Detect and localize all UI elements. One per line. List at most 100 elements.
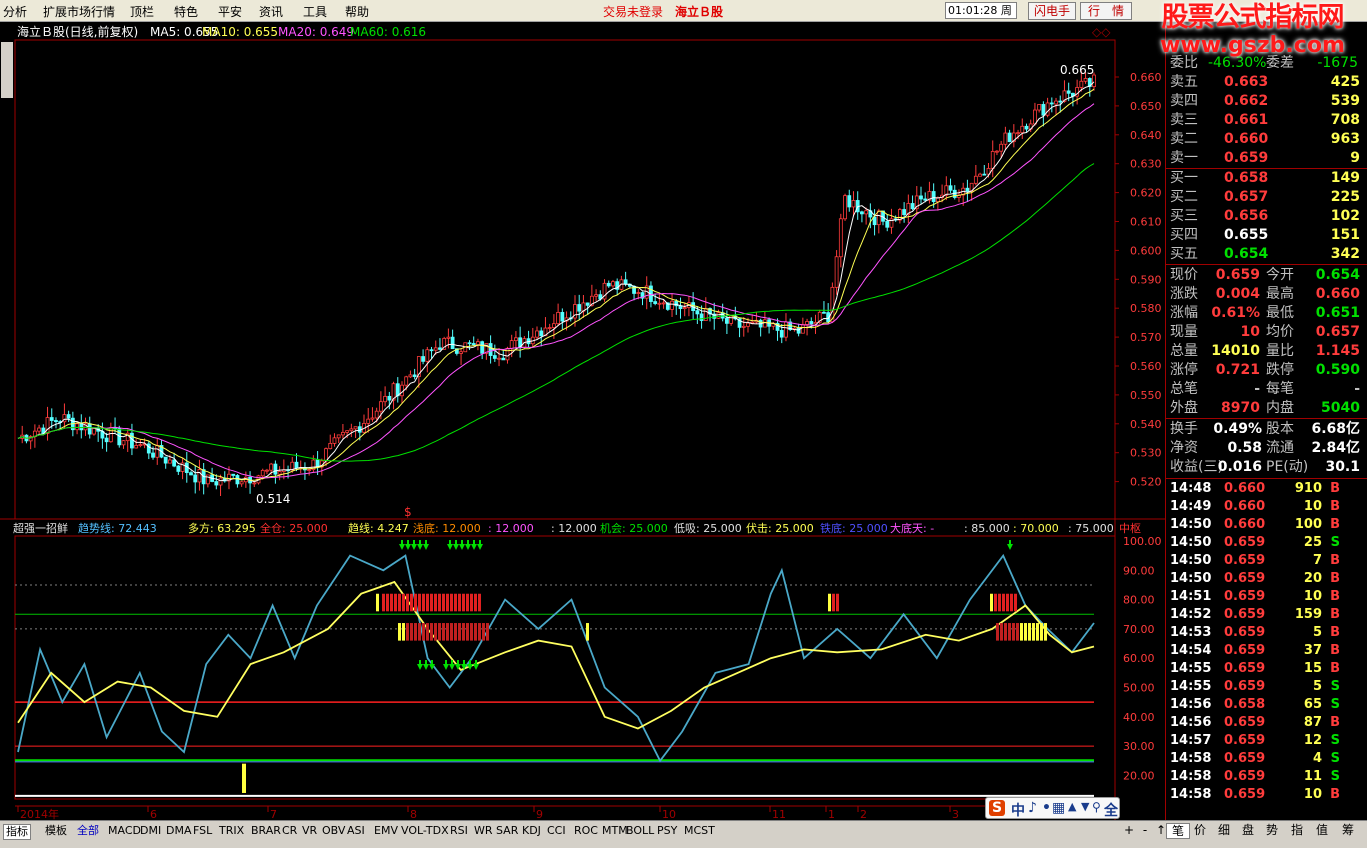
indicator-tab-roc[interactable]: ROC — [574, 824, 598, 838]
chart-control-icon[interactable]: ◇◇ — [1092, 25, 1111, 39]
price-tick-label: 0.530 — [1130, 447, 1162, 460]
indicator-tab-mcst[interactable]: MCST — [684, 824, 715, 838]
chart-title: 海立Ｂ股(日线,前复权) — [17, 24, 138, 39]
buy-level-row[interactable]: 买四 0.655 151 — [1166, 226, 1367, 245]
indicator-tab-wr[interactable]: WR — [474, 824, 493, 838]
indicator-tab-指标[interactable]: 指标 — [3, 824, 31, 840]
ime-search-icon[interactable]: ⚲ — [1092, 800, 1101, 814]
indicator-header-item: : 12.000 — [551, 522, 597, 535]
full-position-bar — [398, 593, 401, 612]
buy-level-row[interactable]: 买三 0.656 102 — [1166, 207, 1367, 226]
current-stock-name: 海立Ｂ股 — [675, 5, 724, 19]
indicator-tab-模板[interactable]: 模板 — [45, 824, 67, 838]
full-position-bar — [426, 593, 429, 612]
buy-level-row[interactable]: 买五 0.654 342 — [1166, 245, 1367, 264]
indicator-tab-sar[interactable]: SAR — [496, 824, 518, 838]
panel-tab-7[interactable]: 势 — [1260, 823, 1284, 837]
indicator-tab-boll[interactable]: BOLL — [626, 824, 654, 838]
sell-level-row[interactable]: 卖四 0.662 539 — [1166, 92, 1367, 111]
indicator-tab-rsi[interactable]: RSI — [450, 824, 468, 838]
full-position-bar — [446, 593, 449, 612]
candle-body — [1049, 102, 1054, 105]
sell-level-row[interactable]: 卖一 0.659 9 — [1166, 149, 1367, 168]
menu-analysis[interactable]: 分析 — [3, 3, 27, 20]
clock: 01:01:28 周一 — [945, 2, 1017, 32]
candle-body — [205, 474, 210, 485]
trade-login-status[interactable]: 交易未登录 — [603, 3, 663, 20]
tick-row: 14:58 0.659 11 S — [1170, 769, 1340, 784]
menu-news[interactable]: 资讯 — [259, 3, 283, 20]
sell-level-row[interactable]: 卖五 0.663 425 — [1166, 73, 1367, 92]
menu-help[interactable]: 帮助 — [345, 3, 369, 20]
indicator-tab-mtm[interactable]: MTM — [602, 824, 628, 838]
candle-body — [252, 482, 257, 485]
ime-chess-icon[interactable]: ▲ — [1068, 800, 1076, 813]
candle-body — [121, 440, 126, 446]
indicator-tab-dma[interactable]: DMA — [166, 824, 192, 838]
menu-top-bar[interactable]: 顶栏 — [130, 3, 154, 20]
panel-tab-8[interactable]: 指 — [1285, 823, 1309, 837]
panel-tab-10[interactable]: 筹 — [1336, 823, 1360, 837]
panel-tab-9[interactable]: 值 — [1310, 823, 1334, 837]
ime-logo-icon[interactable]: S — [989, 800, 1006, 816]
flash-trade-button[interactable]: 闪电手 — [1028, 2, 1076, 20]
candle-body — [1066, 90, 1071, 94]
indicator-tab-vr[interactable]: VR — [302, 824, 317, 838]
indicator-tab-obv[interactable]: OBV — [322, 824, 345, 838]
ime-toolbar[interactable]: S 中 ♪ • ▦ ▲ ▼ ⚲ 全 — [985, 797, 1120, 819]
candle-body — [695, 310, 700, 315]
indicator-tab-cr[interactable]: CR — [282, 824, 297, 838]
menu-pingan[interactable]: 平安 — [218, 3, 242, 20]
ime-chinese-icon[interactable]: 中 — [1011, 800, 1025, 820]
candle-body — [724, 317, 729, 324]
indicator-tab-asi[interactable]: ASI — [347, 824, 365, 838]
candle-body — [260, 469, 265, 477]
candle-body — [294, 461, 299, 469]
support-bar — [438, 623, 441, 641]
support-bar — [410, 623, 413, 641]
buy-level-row[interactable]: 买一 0.658 149 — [1166, 169, 1367, 188]
indicator-tab-fsl[interactable]: FSL — [193, 824, 212, 838]
menu-tools[interactable]: 工具 — [303, 3, 327, 20]
menu-features[interactable]: 特色 — [174, 3, 198, 20]
indicator-tab-emv[interactable]: EMV — [374, 824, 398, 838]
chart-scrollbar[interactable] — [1, 42, 13, 98]
ime-full-icon[interactable]: 全 — [1104, 800, 1118, 820]
price-tick-label: 0.610 — [1130, 216, 1162, 229]
candle-body — [193, 474, 198, 483]
candle-body — [189, 472, 193, 476]
ime-keyboard-icon[interactable]: ▦ — [1052, 800, 1065, 816]
sell-level-row[interactable]: 卖三 0.661 708 — [1166, 111, 1367, 130]
indicator-tab-dmi[interactable]: DMI — [140, 824, 161, 838]
panel-tab-4[interactable]: 价 — [1188, 823, 1212, 837]
panel-tab-5[interactable]: 细 — [1212, 823, 1236, 837]
indicator-tab-macd[interactable]: MACD — [108, 824, 141, 838]
indicator-tab-trix[interactable]: TRIX — [219, 824, 244, 838]
indicator-tab-brar[interactable]: BRAR — [251, 824, 281, 838]
quote-button[interactable]: 行 情 — [1080, 2, 1132, 20]
ime-dot-icon[interactable]: • — [1042, 800, 1051, 816]
indicator-tick-label: 40.00 — [1123, 711, 1155, 724]
menu-extended-market[interactable]: 扩展市场行情 — [43, 3, 115, 20]
chart-area[interactable]: 0.660 0.650 0.640 0.630 0.620 0.610 0.600 0.590… — [0, 22, 1165, 820]
full-position-bar — [442, 593, 445, 612]
candle-body — [429, 349, 434, 352]
indicator-tab-psy[interactable]: PSY — [657, 824, 677, 838]
candle-body — [657, 302, 662, 305]
candle-body — [497, 357, 501, 360]
candle-body — [762, 319, 767, 328]
panel-tab-3[interactable]: 笔 — [1166, 823, 1190, 839]
candle-body — [611, 281, 615, 287]
quote-stat-row: 外盘 8970 内盘 5040 — [1170, 400, 1360, 416]
indicator-tab-cci[interactable]: CCI — [547, 824, 566, 838]
candle-body — [92, 428, 96, 435]
indicator-tab-全部[interactable]: 全部 — [77, 824, 99, 838]
support-bar — [426, 623, 429, 641]
ime-shirt-icon[interactable]: ▼ — [1081, 800, 1089, 813]
panel-tab-6[interactable]: 盘 — [1236, 823, 1260, 837]
sell-level-row[interactable]: 卖二 0.660 963 — [1166, 130, 1367, 149]
buy-level-row[interactable]: 买二 0.657 225 — [1166, 188, 1367, 207]
indicator-tab-vol-tdx[interactable]: VOL-TDX — [401, 824, 449, 838]
indicator-tab-kdj[interactable]: KDJ — [522, 824, 541, 838]
ime-moon-icon[interactable]: ♪ — [1028, 800, 1037, 816]
